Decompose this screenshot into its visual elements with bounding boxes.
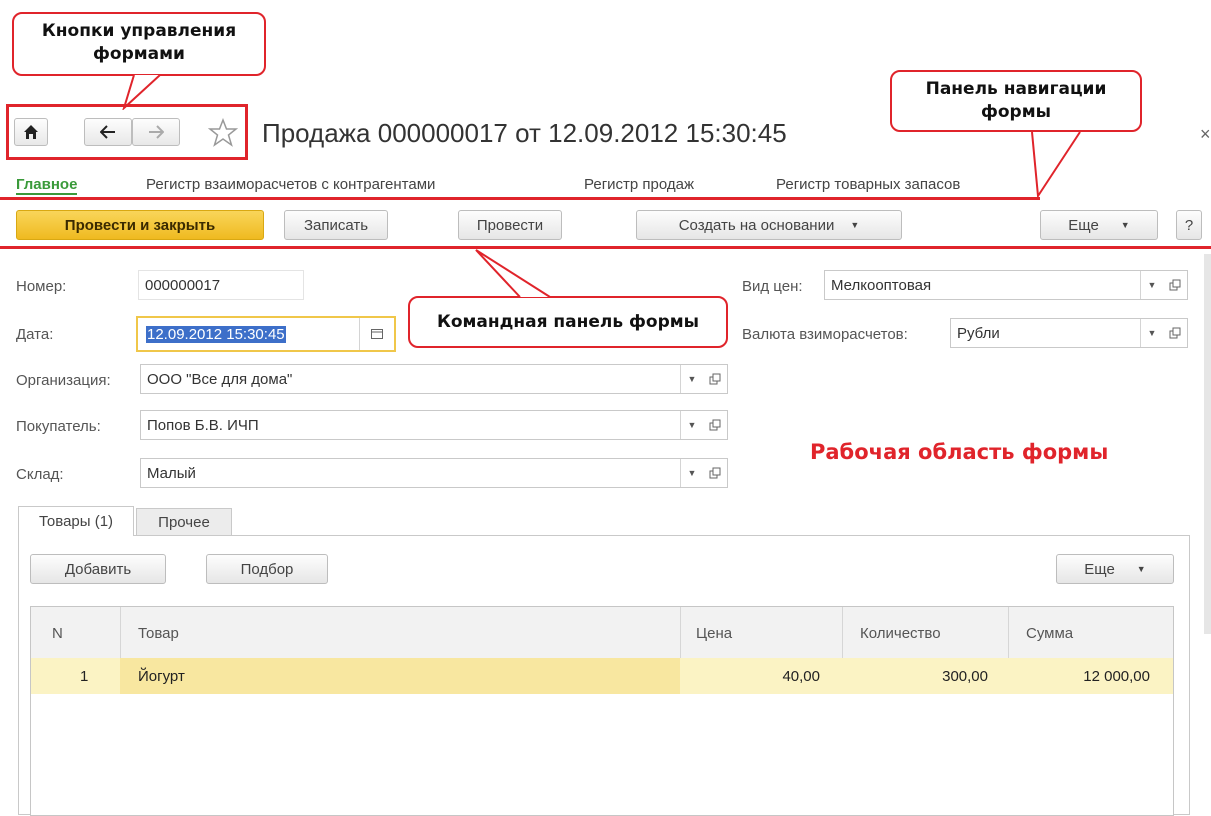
date-label: Дата: xyxy=(16,326,54,343)
column-header-product[interactable]: Товар xyxy=(138,608,179,658)
buyer-label: Покупатель: xyxy=(16,418,101,435)
dropdown-arrow-icon[interactable]: ▼ xyxy=(680,459,703,487)
post-and-close-button[interactable]: Провести и закрыть xyxy=(16,210,264,240)
number-value: 000000017 xyxy=(145,276,221,294)
table-more-label: Еще xyxy=(1084,560,1115,578)
save-button[interactable]: Записать xyxy=(284,210,388,240)
cell-n: 1 xyxy=(80,667,89,685)
dropdown-arrow-icon[interactable]: ▼ xyxy=(680,365,703,393)
command-panel-callout-text: Командная панель формы xyxy=(436,311,700,332)
chevron-down-icon: ▼ xyxy=(850,220,860,230)
command-panel-callout: Командная панель формы xyxy=(408,296,728,348)
table-header xyxy=(31,607,1173,659)
dropdown-arrow-icon[interactable]: ▼ xyxy=(1140,319,1163,347)
back-button[interactable] xyxy=(84,118,132,146)
price-type-label: Вид цен: xyxy=(742,278,803,295)
open-icon[interactable] xyxy=(1163,319,1187,347)
buyer-value: Попов Б.В. ИЧП xyxy=(147,416,259,434)
column-header-quantity[interactable]: Количество xyxy=(860,608,941,658)
command-panel-underline xyxy=(0,246,1211,249)
cell-sum: 12 000,00 xyxy=(1083,667,1150,685)
nav-panel-callout-line1: Панель навигации xyxy=(925,79,1107,99)
number-field[interactable]: 000000017 xyxy=(138,270,304,300)
table-more-button[interactable]: Еще ▼ xyxy=(1056,554,1174,584)
open-icon[interactable] xyxy=(703,365,727,393)
column-header-sum[interactable]: Сумма xyxy=(1026,608,1073,658)
tab-products[interactable]: Товары (1) xyxy=(18,506,134,536)
selected-cell-highlight xyxy=(120,658,680,694)
cell-price: 40,00 xyxy=(782,667,820,685)
cell-quantity: 300,00 xyxy=(942,667,988,685)
open-icon[interactable] xyxy=(1163,271,1187,299)
nav-panel-callout: Панель навигации формы xyxy=(890,70,1142,132)
price-type-field[interactable]: Мелкооптовая ▼ xyxy=(824,270,1188,300)
nav-tab-stock-register[interactable]: Регистр товарных запасов xyxy=(776,176,960,193)
create-based-on-button[interactable]: Создать на основании ▼ xyxy=(636,210,902,240)
warehouse-field[interactable]: Малый ▼ xyxy=(140,458,728,488)
more-button[interactable]: Еще ▼ xyxy=(1040,210,1158,240)
currency-value: Рубли xyxy=(957,324,1000,342)
org-field[interactable]: ООО "Все для дома" ▼ xyxy=(140,364,728,394)
org-label: Организация: xyxy=(16,372,111,389)
home-button[interactable] xyxy=(14,118,48,146)
chevron-down-icon: ▼ xyxy=(1136,564,1146,574)
arrow-left-icon xyxy=(100,125,115,139)
price-type-value: Мелкооптовая xyxy=(831,276,932,294)
forward-button[interactable] xyxy=(132,118,180,146)
org-value: ООО "Все для дома" xyxy=(147,370,293,388)
more-label: Еще xyxy=(1068,216,1099,234)
add-button[interactable]: Добавить xyxy=(30,554,166,584)
column-header-n[interactable]: N xyxy=(52,608,63,658)
open-icon[interactable] xyxy=(703,459,727,487)
pick-button[interactable]: Подбор xyxy=(206,554,328,584)
callout-pointer xyxy=(475,249,551,298)
tab-other-label: Прочее xyxy=(158,513,210,531)
help-button[interactable]: ? xyxy=(1176,210,1202,240)
form-buttons-callout-line1: Кнопки управления xyxy=(41,21,237,41)
nav-panel-callout-line2: формы xyxy=(981,102,1051,122)
star-icon[interactable] xyxy=(208,118,238,148)
close-icon[interactable]: × xyxy=(1200,124,1211,145)
vertical-scrollbar[interactable] xyxy=(1204,254,1211,634)
calendar-icon[interactable] xyxy=(359,318,394,350)
warehouse-value: Малый xyxy=(147,464,196,482)
callout-pointer xyxy=(1031,131,1081,199)
create-based-on-label: Создать на основании xyxy=(678,216,835,234)
column-header-price[interactable]: Цена xyxy=(696,608,732,658)
dropdown-arrow-icon[interactable]: ▼ xyxy=(680,411,703,439)
cell-product: Йогурт xyxy=(138,667,185,685)
arrow-right-icon xyxy=(149,125,164,139)
post-button[interactable]: Провести xyxy=(458,210,562,240)
nav-tab-main[interactable]: Главное xyxy=(16,176,78,195)
nav-tab-sales-register[interactable]: Регистр продаж xyxy=(584,176,694,193)
currency-label: Валюта взиморасчетов: xyxy=(742,326,908,343)
date-value: 12.09.2012 15:30:45 xyxy=(146,325,286,343)
warehouse-label: Склад: xyxy=(16,466,64,483)
form-buttons-callout-line2: формами xyxy=(93,44,185,64)
currency-field[interactable]: Рубли ▼ xyxy=(950,318,1188,348)
form-buttons-callout: Кнопки управления формами xyxy=(12,12,266,76)
number-label: Номер: xyxy=(16,278,67,295)
date-field[interactable]: 12.09.2012 15:30:45 xyxy=(136,316,396,352)
nav-tab-settlements-register[interactable]: Регистр взаиморасчетов с контрагентами xyxy=(146,176,435,193)
home-icon xyxy=(24,125,38,139)
chevron-down-icon: ▼ xyxy=(1120,220,1130,230)
buyer-field[interactable]: Попов Б.В. ИЧП ▼ xyxy=(140,410,728,440)
nav-panel-underline xyxy=(0,197,1040,200)
tab-other[interactable]: Прочее xyxy=(136,508,232,536)
tab-products-label: Товары (1) xyxy=(38,513,114,530)
open-icon[interactable] xyxy=(703,411,727,439)
work-area-label: Рабочая область формы xyxy=(810,440,1109,464)
dropdown-arrow-icon[interactable]: ▼ xyxy=(1140,271,1163,299)
window-title: Продажа 000000017 от 12.09.2012 15:30:45 xyxy=(262,118,787,148)
